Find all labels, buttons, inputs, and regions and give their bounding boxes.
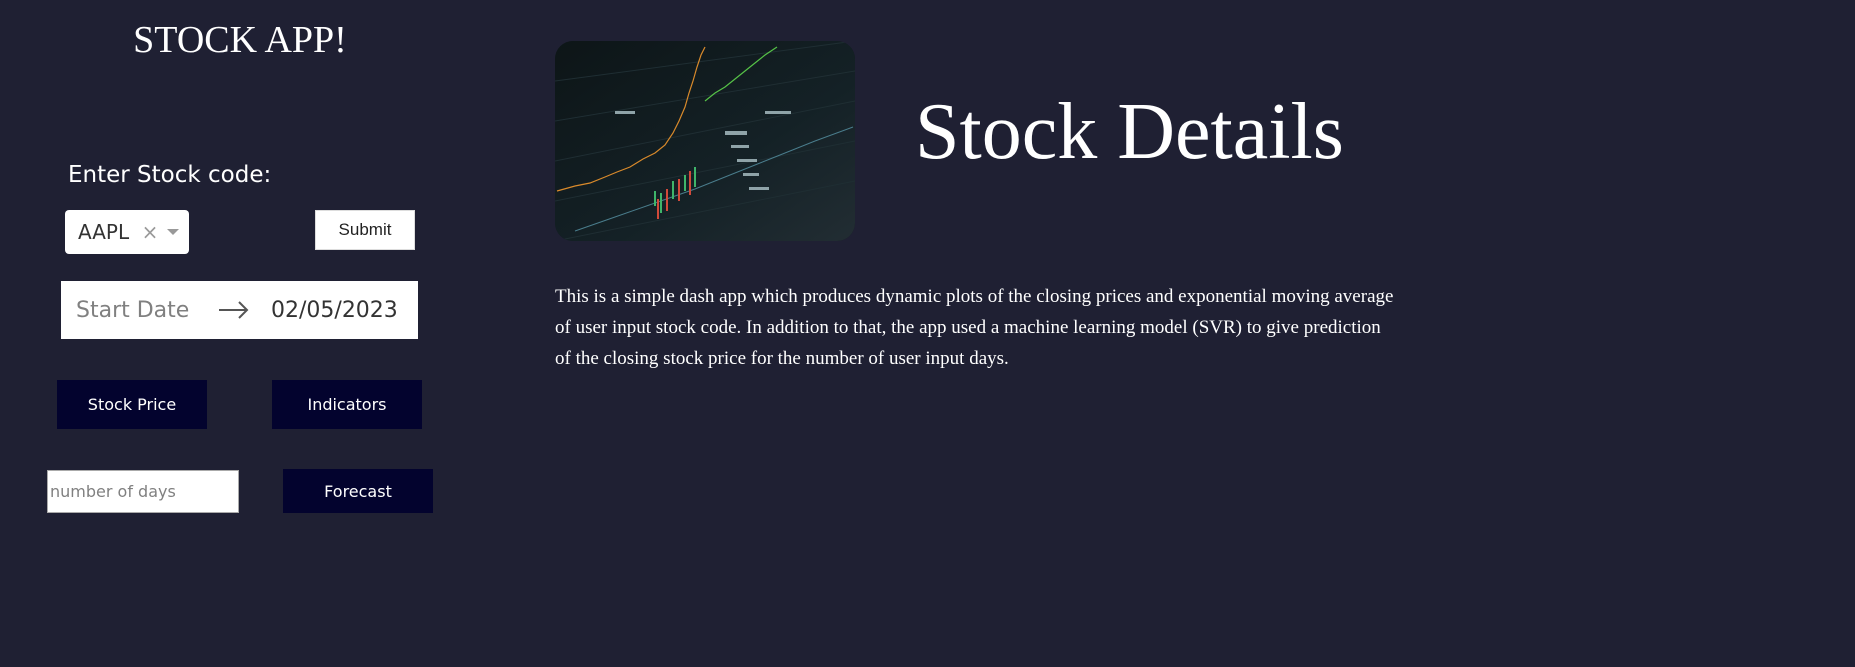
date-range-picker[interactable]: Start Date 02/05/2023 xyxy=(61,281,418,339)
stock-code-dropdown[interactable]: AAPL × xyxy=(65,210,189,254)
page-title: Stock Details xyxy=(915,88,1344,176)
submit-button[interactable]: Submit xyxy=(315,210,415,250)
start-date-input[interactable]: Start Date xyxy=(61,298,209,323)
forecast-button[interactable]: Forecast xyxy=(283,469,433,513)
app-description: This is a simple dash app which produces… xyxy=(555,286,1394,369)
stock-chart-image xyxy=(555,41,855,241)
indicators-button[interactable]: Indicators xyxy=(272,380,422,429)
stock-code-value: AAPL xyxy=(78,220,130,244)
arrow-right-icon xyxy=(213,298,257,322)
chevron-down-icon[interactable] xyxy=(167,229,179,235)
clear-icon[interactable]: × xyxy=(139,220,161,244)
end-date-input[interactable]: 02/05/2023 xyxy=(271,298,398,323)
app-title: STOCK APP! xyxy=(133,19,347,61)
stock-code-label: Enter Stock code: xyxy=(68,162,272,188)
stock-price-button[interactable]: Stock Price xyxy=(57,380,207,429)
number-of-days-input[interactable] xyxy=(47,470,239,513)
